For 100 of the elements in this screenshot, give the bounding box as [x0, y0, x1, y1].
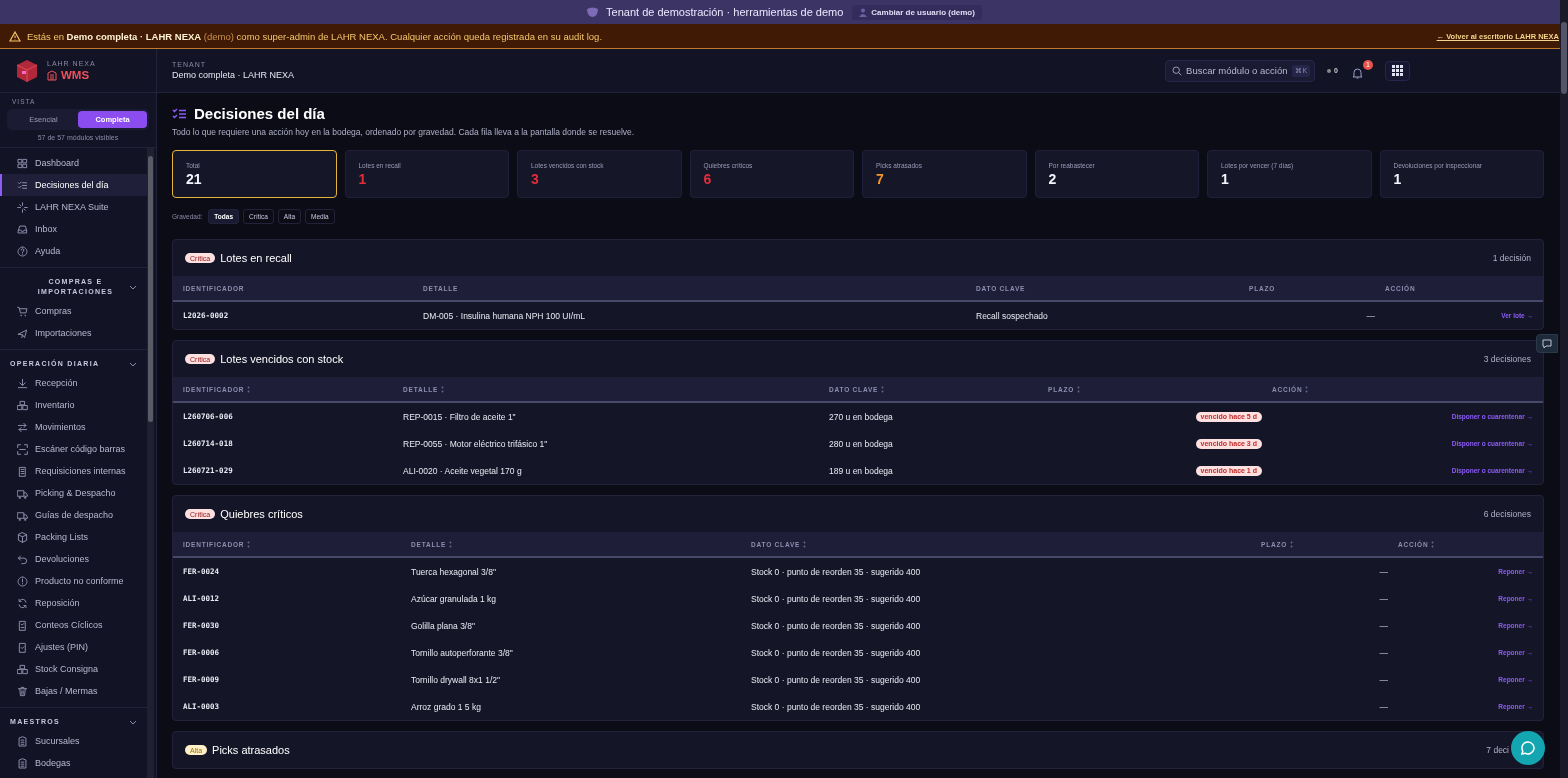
sort-icon[interactable] — [449, 540, 453, 548]
decision-count: 1 decisión — [1492, 253, 1531, 263]
nav-item[interactable]: Picking & Despacho — [0, 482, 147, 504]
scrollbar[interactable] — [147, 148, 154, 778]
chat-icon — [1520, 740, 1536, 756]
refresh-icon — [17, 597, 28, 609]
decision-count: 3 decisiones — [1483, 354, 1531, 364]
nav-item[interactable]: Stock Consigna — [0, 658, 147, 680]
table-cell-text: 270 u en bodega — [829, 411, 894, 422]
nav-item[interactable]: Packing Lists — [0, 526, 147, 548]
sort-icon[interactable] — [1431, 540, 1435, 548]
nav-item[interactable]: Recepción — [0, 372, 147, 394]
page-subtitle: Todo lo que requiere una acción hoy en la bodega, ordenado por gravedad. Cada fila lleva a la pantalla donde se resuelve. — [172, 127, 636, 137]
nav-item[interactable]: Escáner código barras — [0, 438, 147, 460]
table-cell-text: Stock 0 · punto de reorden 35 · sugerido 400 — [751, 566, 922, 577]
table-cell: — — [1379, 701, 1388, 712]
section-title: Quiebres críticos — [220, 508, 303, 520]
nav-item[interactable]: Compras — [0, 300, 147, 322]
stat-value: 7 — [876, 171, 885, 187]
table-cell-text: Recall sospechado — [976, 310, 1049, 321]
alert-icon — [17, 575, 28, 587]
tenant-name: Demo completa · LAHR NEXA — [172, 70, 295, 80]
nav-item[interactable]: Guías de despacho — [0, 504, 147, 526]
table-cell-text: Stock 0 · punto de reorden 35 · sugerido 400 — [751, 674, 922, 685]
sort-icon[interactable] — [803, 540, 807, 548]
nav-item[interactable]: Requisiciones internas — [0, 460, 147, 482]
scan-icon — [17, 443, 28, 455]
nav-item[interactable]: Dashboard — [0, 152, 147, 174]
truck-icon — [17, 509, 28, 521]
table-cell: — — [1379, 674, 1388, 685]
scrollbar[interactable] — [1560, 0, 1568, 778]
sort-icon[interactable] — [1305, 385, 1309, 393]
cube-logo-icon — [16, 58, 38, 83]
package-icon — [17, 531, 28, 543]
table-cell: — — [1379, 593, 1388, 604]
nav-item[interactable]: Importaciones — [0, 322, 147, 344]
sort-icon[interactable] — [247, 540, 251, 548]
nav-item[interactable]: Movimientos — [0, 416, 147, 438]
clipboard-icon — [17, 465, 28, 477]
apps-button[interactable] — [1385, 60, 1410, 81]
chevron-icon[interactable] — [129, 719, 137, 725]
table-cell-text: ALI-0020 · Aceite vegetal 170 g — [403, 465, 523, 476]
nav-item[interactable]: Conteos Cíclicos — [0, 614, 147, 636]
table-cell-text: Arroz grado 1 5 kg — [411, 701, 482, 712]
table-cell-text: REP-0015 · Filtro de aceite 1" — [403, 411, 517, 422]
nav-item[interactable]: Reposición — [0, 592, 147, 614]
nav-item[interactable]: Bodegas — [0, 752, 147, 774]
sort-icon[interactable] — [441, 385, 445, 393]
search-icon — [1172, 65, 1183, 76]
switch-user-button[interactable]: Cambiar de usuario (demo) — [852, 4, 982, 20]
nav-item[interactable]: LAHR NEXA Suite — [0, 196, 147, 218]
table-cell-text: 280 u en bodega — [829, 438, 894, 449]
plane-icon — [17, 327, 28, 339]
cart-icon — [17, 305, 28, 317]
grid-icon — [17, 157, 28, 169]
user-icon — [859, 7, 868, 17]
bell-icon — [1352, 66, 1363, 79]
decision-count: 6 decisiones — [1483, 509, 1531, 519]
message-icon — [1542, 338, 1552, 349]
table-cell: — — [1366, 310, 1375, 321]
sort-icon[interactable] — [881, 385, 885, 393]
clipboard-icon — [17, 641, 28, 653]
feedback-button[interactable] — [1536, 334, 1558, 353]
sort-icon[interactable] — [1077, 385, 1081, 393]
nav-item[interactable]: Producto no conforme — [0, 570, 147, 592]
table-cell-text: Tuerca hexagonal 3/8" — [411, 566, 497, 577]
table-cell-text: Stock 0 · punto de reorden 35 · sugerido 400 — [751, 701, 922, 712]
page-title: Decisiones del día — [194, 105, 325, 122]
warning-icon — [9, 30, 21, 42]
truck-icon — [17, 487, 28, 499]
arrows-icon — [17, 421, 28, 433]
table-cell-text: 189 u en bodega — [829, 465, 894, 476]
table-cell: — — [1379, 620, 1388, 631]
nav-item[interactable]: Ajustes (PIN) — [0, 636, 147, 658]
chevron-icon[interactable] — [129, 284, 137, 290]
checklist-icon — [172, 107, 187, 120]
help-icon — [17, 245, 28, 257]
nav-item[interactable]: Inventario — [0, 394, 147, 416]
decision-count: 7 deci — [1486, 745, 1509, 755]
nav-item[interactable]: Decisiones del día — [0, 174, 147, 196]
inbox-icon — [17, 223, 28, 235]
table-cell-text: Tornillo autoperforante 3/8" — [411, 647, 514, 658]
stat-value: 6 — [703, 171, 713, 187]
stat-value: 1 — [1393, 171, 1403, 187]
boxes-icon — [17, 663, 28, 675]
nav-item[interactable]: Sucursales — [0, 730, 147, 752]
sort-icon[interactable] — [247, 385, 251, 393]
nav-item[interactable]: Bajas / Mermas — [0, 680, 147, 702]
clipboard-icon — [17, 619, 28, 631]
download-icon — [17, 377, 28, 389]
sort-icon[interactable] — [1290, 540, 1294, 548]
stat-value: 2 — [1048, 171, 1058, 187]
nav-item[interactable]: Ayuda — [0, 240, 147, 262]
nav-item[interactable]: Inbox — [0, 218, 147, 240]
nav-item[interactable]: Devoluciones — [0, 548, 147, 570]
demo-bar-text: Tenant de demostración · herramientas de demo — [606, 6, 844, 18]
checklist-icon — [17, 179, 28, 191]
banner-message: Estás en Demo completa · LAHR NEXA (demo) como super-admin de LAHR NEXA. Cualquier acción queda registrada en su audit log. — [27, 30, 604, 42]
chevron-icon[interactable] — [129, 361, 137, 367]
section-title: Picks atrasados — [212, 744, 290, 756]
